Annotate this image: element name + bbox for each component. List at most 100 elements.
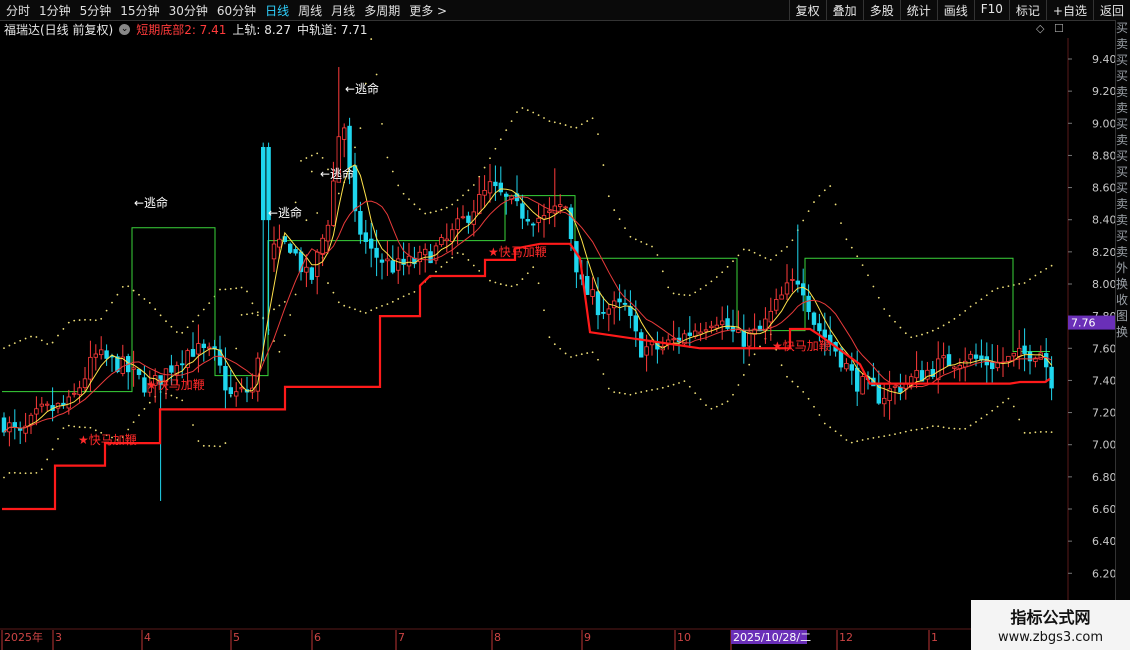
upper-dotted-band [759, 254, 761, 257]
buy-signal-label: ★快马加鞭 [772, 339, 831, 353]
upper-dotted-band [543, 117, 545, 119]
upper-dotted-band [186, 326, 189, 329]
settings-icon[interactable]: ⌄ [119, 23, 131, 35]
tab-6[interactable]: 日线 [265, 2, 289, 19]
tool-button-7[interactable]: +自选 [1045, 0, 1093, 20]
upper-dotted-band [462, 194, 464, 197]
candle-body [287, 243, 293, 253]
candle-body [374, 247, 379, 258]
upper-dotted-band [597, 133, 599, 136]
candle-body [687, 332, 692, 336]
lower-dotted-band [148, 401, 151, 404]
candle-body [385, 258, 390, 262]
upper-dotted-band [354, 146, 356, 149]
lower-dotted-band [462, 253, 464, 256]
upper-dotted-band [888, 314, 891, 317]
candle-body [395, 258, 401, 271]
diamond-icon[interactable]: ◇ [1036, 22, 1044, 35]
tool-button-1[interactable]: 叠加 [825, 0, 863, 20]
tab-7[interactable]: 周线 [298, 2, 322, 19]
tab-0[interactable]: 分时 [6, 2, 30, 19]
side-panel-item: 图 [1116, 309, 1129, 323]
lower-dotted-band [1018, 418, 1021, 421]
candle-body [671, 338, 676, 341]
upper-dotted-band [24, 337, 27, 340]
candle-body [563, 206, 568, 209]
candle-body [795, 280, 800, 285]
upper-dotted-band [926, 331, 929, 334]
tool-button-2[interactable]: 多股 [862, 0, 900, 20]
upper-dotted-band [159, 314, 162, 317]
tab-5[interactable]: 60分钟 [217, 2, 256, 19]
watermark: 指标公式网 www.zbgs3.com [971, 600, 1130, 650]
upper-dotted-band [451, 203, 454, 206]
candle-body [1017, 347, 1022, 357]
lower-dotted-band [397, 298, 400, 300]
tool-button-5[interactable]: F10 [973, 0, 1009, 20]
candle-body [741, 330, 746, 347]
tab-9[interactable]: 多周期 [364, 2, 400, 19]
upper-dotted-band [121, 285, 124, 288]
tool-button-3[interactable]: 统计 [899, 0, 937, 20]
upper-dotted-band [78, 319, 81, 321]
lower-dotted-band [710, 407, 713, 410]
tab-1[interactable]: 1分钟 [39, 2, 71, 19]
candle-body [88, 356, 93, 380]
tab-8[interactable]: 月线 [331, 2, 355, 19]
upper-dotted-band [548, 120, 551, 123]
upper-dotted-band [300, 159, 302, 162]
upper-band-value: 上轨: 8.27 [232, 22, 291, 37]
upper-dotted-band [705, 284, 707, 287]
upper-dotted-band [67, 321, 70, 324]
upper-dotted-band [667, 286, 670, 289]
lower-dotted-band [580, 353, 583, 356]
upper-dotted-band [489, 157, 491, 160]
upper-dotted-band [840, 222, 842, 225]
side-panel-item: 买 [1116, 53, 1129, 67]
tool-button-8[interactable]: 返回 [1092, 0, 1130, 20]
candle-body [482, 190, 487, 196]
candle-body [341, 127, 347, 140]
candle-body [368, 238, 374, 249]
upper-dotted-band [46, 343, 49, 345]
tool-button-4[interactable]: 画线 [936, 0, 974, 20]
tool-button-6[interactable]: 标记 [1008, 0, 1046, 20]
lower-dotted-band [1029, 432, 1031, 434]
upper-dotted-band [418, 208, 421, 211]
upper-dotted-band [980, 298, 983, 301]
lower-dotted-band [721, 403, 724, 406]
candle-body [45, 403, 50, 406]
tab-4[interactable]: 30分钟 [169, 2, 208, 19]
lower-dotted-band [656, 388, 659, 390]
upper-dotted-band [229, 288, 232, 290]
candle-body [882, 397, 887, 405]
lower-dotted-band [985, 413, 988, 416]
square-icon[interactable]: ☐ [1054, 22, 1064, 35]
kline-chart[interactable]: 9.409.209.008.808.608.408.208.007.807.60… [0, 0, 1130, 650]
lower-dotted-band [883, 435, 886, 437]
lower-dotted-band [624, 392, 626, 395]
tool-button-0[interactable]: 复权 [788, 0, 826, 20]
escape-signal-label: ←逃命 [345, 81, 379, 96]
lower-dotted-band [958, 427, 961, 430]
upper-dotted-band [613, 209, 616, 211]
candle-body [309, 267, 314, 280]
lower-dotted-band [251, 312, 254, 315]
tab-2[interactable]: 5分钟 [80, 2, 112, 19]
candle-body [768, 310, 773, 323]
candle-body [196, 343, 201, 355]
lower-dotted-band [877, 436, 880, 438]
lower-dotted-band [867, 438, 869, 440]
candle-body [536, 217, 541, 223]
candle-body [585, 276, 590, 295]
lower-dotted-band [8, 472, 11, 474]
lower-dotted-band [597, 358, 599, 361]
tab-3[interactable]: 15分钟 [120, 2, 159, 19]
lower-dotted-band [548, 336, 551, 339]
lower-dotted-band [494, 281, 497, 284]
upper-dotted-band [8, 344, 11, 347]
side-panel-item: 卖 [1116, 37, 1129, 51]
upper-dotted-band [3, 347, 5, 350]
tab-10[interactable]: 更多 > [409, 2, 447, 19]
price-label: 9.40 [1092, 53, 1117, 66]
